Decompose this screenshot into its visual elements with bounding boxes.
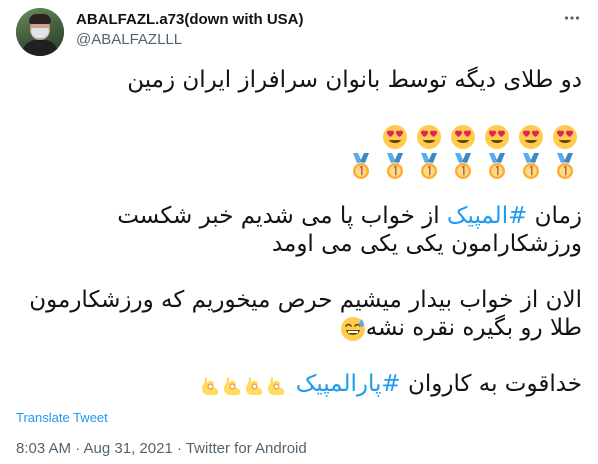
handle[interactable]: @ABALFAZLLL: [76, 30, 304, 50]
tweet-line: طلا رو بگیره نقره نشه: [16, 314, 582, 342]
tweet-line: الان از خواب بیدار میشیم حرص میخوریم که …: [29, 287, 582, 313]
tweet-text: دو طلای دیگه توسط بانوان سرافراز ایران ز…: [16, 66, 582, 398]
tweet-line: خداقوت به کاروان #پارالمپیک: [16, 370, 582, 398]
heart-eyes-face-icon: [446, 122, 480, 150]
more-horizontal-icon: [564, 16, 580, 20]
avatar[interactable]: [16, 8, 64, 56]
heart-eyes-face-icon: [412, 122, 446, 150]
gold-medal-icon: [480, 152, 514, 181]
tweet-line: ورزشکارامون یکی یکی می اومد: [271, 231, 582, 257]
heart-eyes-face-icon: [480, 122, 514, 150]
gold-medal-icon: [412, 152, 446, 181]
text-span: طلا رو بگیره نقره نشه: [365, 315, 582, 341]
gold-medal-icon: [446, 152, 480, 181]
tweet-header: ABALFAZL.a73(down with USA) @ABALFAZLLL: [16, 8, 582, 56]
gold-medal-icon: [378, 152, 412, 181]
heart-eyes-face-icon: [548, 122, 582, 150]
ok-hand-icon: [266, 371, 288, 397]
hashtag-paralympics-link[interactable]: #پارالمپیک: [296, 371, 401, 397]
ok-hand-icon: [222, 371, 244, 397]
tweet-metadata: 8:03 AM · Aug 31, 2021 · Twitter for And…: [16, 440, 307, 457]
ok-hand-icon: [200, 371, 222, 397]
display-name[interactable]: ABALFAZL.a73(down with USA): [76, 10, 304, 30]
hashtag-olympics-link[interactable]: #المپیک: [447, 203, 527, 229]
heart-eyes-face-icon: [514, 122, 548, 150]
ok-hand-icon: [244, 371, 266, 397]
source-link[interactable]: Twitter for Android: [186, 440, 307, 457]
tweet-line: زمان #المپیک از خواب پا می شدیم خبر شکست: [16, 202, 582, 230]
gold-medal-icon: [548, 152, 582, 181]
grinning-face-with-sweat-icon: [340, 315, 366, 341]
text-span: زمان: [527, 203, 582, 229]
timestamp-link[interactable]: 8:03 AM · Aug 31, 2021 ·: [16, 440, 186, 457]
gold-medal-icon: [514, 152, 548, 181]
heart-eyes-emoji-row: [16, 122, 582, 152]
translate-tweet-link[interactable]: Translate Tweet: [16, 410, 108, 425]
text-span: از خواب پا می شدیم خبر شکست: [117, 203, 447, 229]
text-span: خداقوت به کاروان: [400, 371, 582, 397]
gold-medal-emoji-row: [16, 152, 582, 182]
heart-eyes-face-icon: [378, 122, 412, 150]
more-options-button[interactable]: [562, 8, 582, 28]
gold-medal-icon: [344, 152, 378, 181]
tweet-line: دو طلای دیگه توسط بانوان سرافراز ایران ز…: [127, 67, 582, 93]
author-names: ABALFAZL.a73(down with USA) @ABALFAZLLL: [76, 10, 304, 50]
